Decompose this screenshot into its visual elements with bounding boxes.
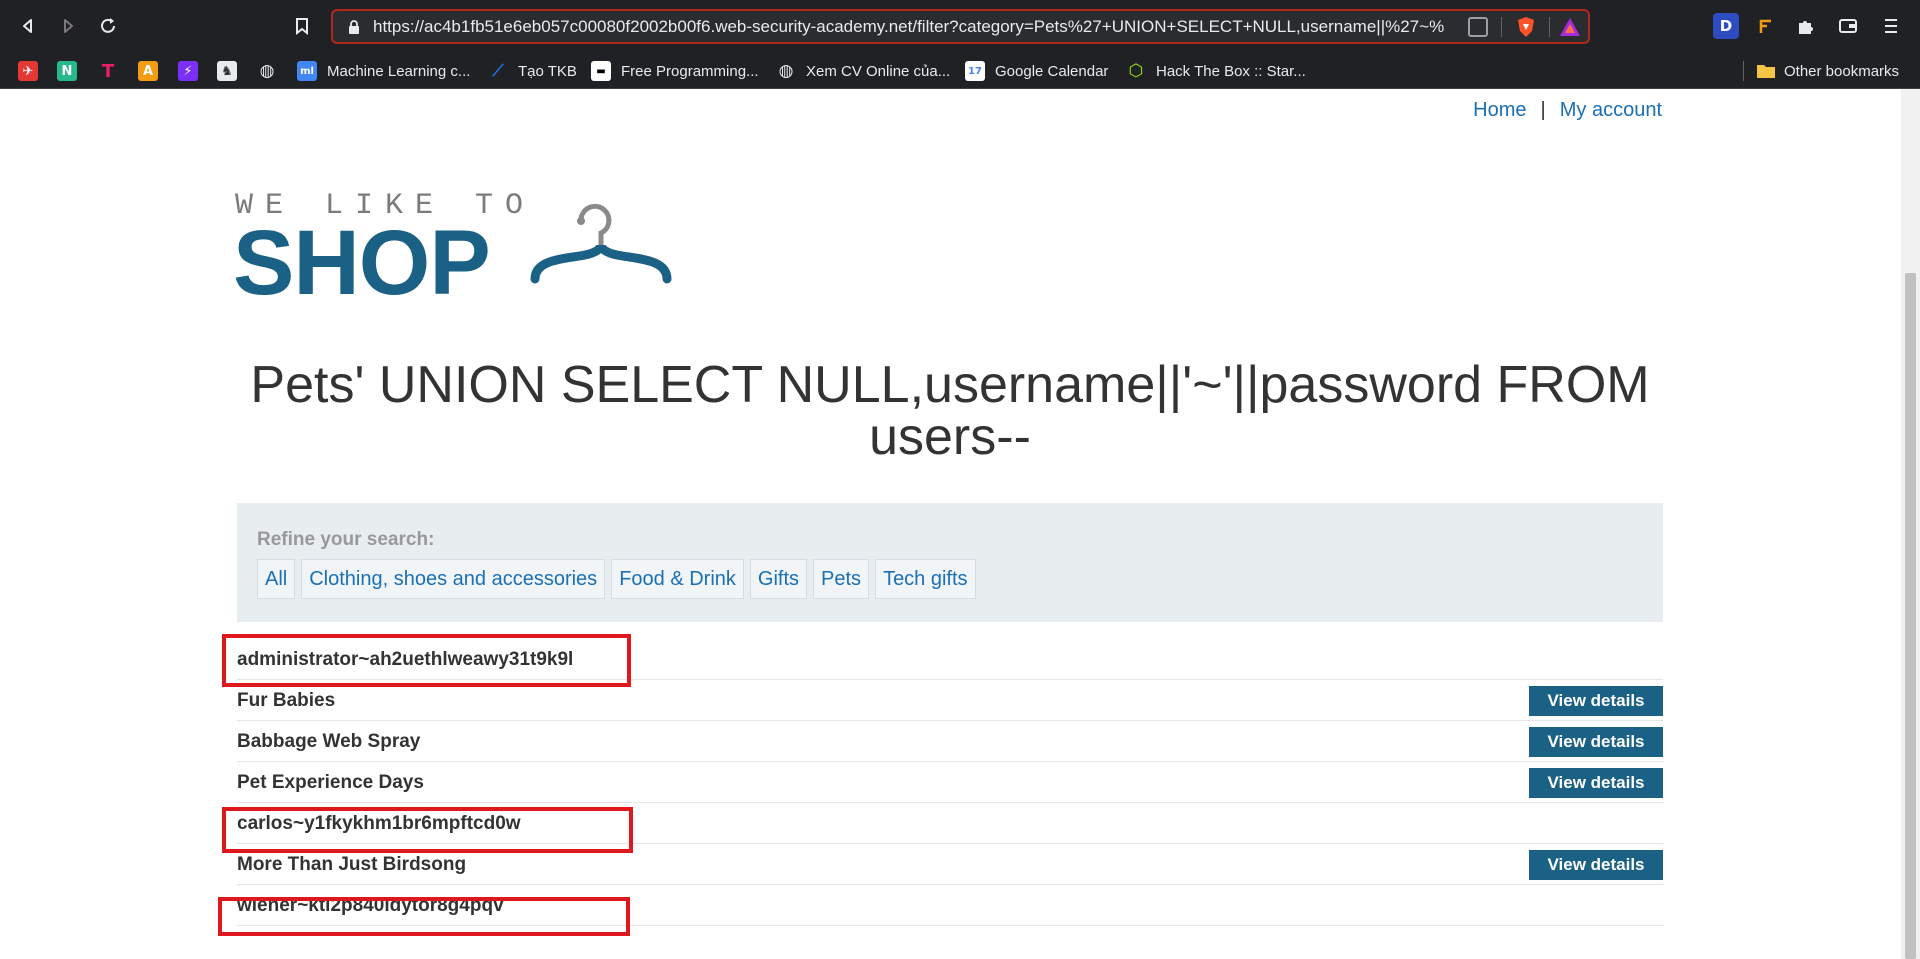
bookmark-label: Free Programming... [621, 62, 759, 80]
back-icon [23, 19, 32, 33]
omnibox-divider [1501, 17, 1502, 37]
category-clothing[interactable]: Clothing, shoes and accessories [301, 559, 606, 599]
bookmark-item[interactable]: ◍ [257, 53, 287, 89]
browser-toolbar: https://ac4b1fb51e6eb057c00080f2002b00f6… [0, 0, 1920, 53]
shop-logo[interactable]: WE LIKE TO SHOP [233, 189, 685, 314]
wallet-glyph-icon [1839, 19, 1857, 33]
page-title: Pets' UNION SELECT NULL,username||'~'||p… [250, 356, 1650, 466]
row-name: Babbage Web Spray [237, 731, 421, 752]
highlight-box-carlos [222, 807, 633, 853]
bookmark-item[interactable]: A [138, 53, 168, 89]
highlight-box-wiener [218, 897, 630, 936]
brave-shield-icon[interactable] [1516, 16, 1536, 38]
category-tech-gifts[interactable]: Tech gifts [875, 559, 976, 599]
calendar-icon: 17 [965, 61, 985, 81]
back-button[interactable] [12, 10, 44, 42]
f-extension-icon[interactable] [1753, 13, 1779, 39]
d-extension-icon[interactable]: D [1713, 13, 1739, 39]
fp-icon: ▬ [591, 61, 611, 81]
other-bookmarks-label: Other bookmarks [1784, 62, 1900, 80]
ml-icon: ml [297, 61, 317, 81]
bookmark-item[interactable]: N [57, 53, 87, 89]
qr-code-icon[interactable] [1468, 17, 1488, 37]
nav-separator: | [1540, 99, 1546, 121]
brave-rewards-icon[interactable] [1559, 17, 1581, 37]
menu-icon[interactable] [1878, 13, 1904, 39]
bookmark-xem-cv[interactable]: ◍ Xem CV Online của... [776, 53, 951, 89]
menu-glyph-icon [1885, 19, 1897, 33]
omnibox-divider-2 [1549, 17, 1550, 37]
filter-panel: Refine your search: All Clothing, shoes … [237, 503, 1663, 622]
home-link[interactable]: Home [1473, 99, 1526, 121]
page-content: Home | My account WE LIKE TO SHOP Pets' UN… [0, 89, 1901, 959]
url-text[interactable]: https://ac4b1fb51e6eb057c00080f2002b00f6… [373, 11, 1453, 42]
bookmark-button[interactable] [286, 10, 318, 42]
bookmark-label: Xem CV Online của... [806, 62, 951, 80]
puzzle-extensions-icon[interactable] [1793, 13, 1819, 39]
bookmark-item[interactable]: ♞ [217, 53, 247, 89]
lock-icon [349, 20, 359, 34]
scrollbar-thumb[interactable] [1905, 273, 1916, 959]
view-details-button[interactable]: View details [1529, 768, 1663, 798]
bookmark-hack-the-box[interactable]: ⬡ Hack The Box :: Star... [1126, 53, 1306, 89]
globe-icon: ◍ [259, 61, 275, 81]
forward-button[interactable] [52, 10, 84, 42]
reload-button[interactable] [92, 10, 124, 42]
forward-icon [64, 19, 73, 33]
hanger-icon [530, 203, 672, 284]
other-bookmarks[interactable]: Other bookmarks [1756, 53, 1899, 89]
bookmark-red-icon: ✈ [18, 61, 38, 81]
bookmarks-divider [1743, 61, 1744, 81]
category-food-drink[interactable]: Food & Drink [611, 559, 744, 599]
bookmark-label: Google Calendar [995, 62, 1109, 80]
bookmark-tao-tkb[interactable]: ⟋ Tạo TKB [488, 53, 577, 89]
bookmark-horse-icon: ♞ [217, 61, 237, 81]
table-row: Pet Experience Days View details [237, 762, 1663, 803]
htb-icon: ⬡ [1128, 61, 1144, 81]
bookmark-item[interactable]: ⚡ [178, 53, 208, 89]
wallet-icon[interactable] [1835, 13, 1861, 39]
bookmark-n-icon: N [57, 61, 77, 81]
bookmark-label: Hack The Box :: Star... [1156, 62, 1306, 80]
view-details-button[interactable]: View details [1529, 850, 1663, 880]
logo-shop-text: SHOP [233, 212, 491, 314]
table-row: Babbage Web Spray View details [237, 721, 1663, 762]
my-account-link[interactable]: My account [1560, 99, 1662, 121]
bookmark-a-icon: A [138, 61, 158, 81]
bookmark-free-programming[interactable]: ▬ Free Programming... [591, 53, 759, 89]
bookmark-bolt-icon: ⚡ [178, 61, 198, 81]
reload-icon [101, 18, 115, 33]
bookmark-item[interactable]: T [98, 53, 128, 89]
bookmark-machine-learning[interactable]: ml Machine Learning c... [297, 53, 470, 89]
row-name: Fur Babies [237, 690, 336, 711]
cv-globe-icon: ◍ [778, 61, 794, 81]
bookmark-item[interactable]: ✈ [18, 53, 48, 89]
view-details-button[interactable]: View details [1529, 686, 1663, 716]
category-pets[interactable]: Pets [813, 559, 870, 599]
bookmark-google-calendar[interactable]: 17 Google Calendar [965, 53, 1108, 89]
page-scrollbar[interactable] [1901, 89, 1920, 959]
bookmark-label: Tạo TKB [518, 62, 577, 80]
row-name: More Than Just Birdsong [237, 854, 467, 875]
highlight-box-administrator [222, 634, 631, 687]
category-all[interactable]: All [257, 559, 296, 599]
f-extension-glyph-icon [1759, 19, 1771, 33]
category-list: All Clothing, shoes and accessories Food… [257, 559, 982, 599]
puzzle-glyph-icon [1799, 21, 1813, 34]
bookmark-icon [296, 18, 308, 35]
category-gifts[interactable]: Gifts [749, 559, 808, 599]
refine-label: Refine your search: [257, 529, 435, 550]
tkb-icon: ⟋ [492, 61, 504, 80]
view-details-button[interactable]: View details [1529, 727, 1663, 757]
top-nav: Home | My account [1473, 99, 1662, 122]
address-bar[interactable]: https://ac4b1fb51e6eb057c00080f2002b00f6… [331, 9, 1590, 44]
bookmark-label: Machine Learning c... [327, 62, 471, 80]
bookmark-t-icon: T [98, 61, 118, 82]
row-name: Pet Experience Days [237, 772, 424, 793]
folder-icon [1757, 65, 1775, 78]
bookmarks-bar: ✈ N T A ⚡ ♞ ◍ ml Machine Learning c... ⟋ T… [0, 53, 1920, 89]
